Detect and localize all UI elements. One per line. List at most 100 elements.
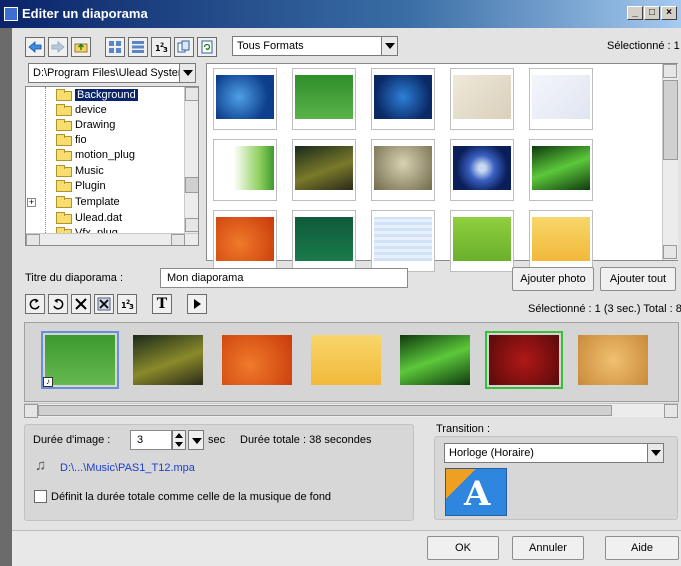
close-button[interactable]: ×	[661, 6, 677, 20]
reorder-button[interactable]: 123	[117, 294, 137, 314]
thumbnail-view-button[interactable]	[105, 37, 125, 57]
image-duration-input[interactable]: 3	[130, 430, 172, 450]
rotate-right-button[interactable]	[48, 294, 68, 314]
scroll-down-arrow-icon[interactable]	[185, 218, 198, 232]
text-button[interactable]: T	[152, 294, 172, 314]
tree-expander[interactable]: +	[27, 198, 36, 207]
filmstrip-scrollbar[interactable]	[24, 403, 679, 418]
folder-icon	[56, 149, 72, 161]
thumbnail-item[interactable]	[371, 139, 435, 201]
slide-item[interactable]	[218, 331, 296, 389]
add-all-button[interactable]: Ajouter tout	[600, 267, 676, 291]
spin-down-arrow-icon[interactable]	[175, 442, 183, 447]
scroll-up-arrow-icon[interactable]	[663, 64, 677, 78]
tree-item-drawing[interactable]: Drawing	[56, 118, 115, 133]
path-select[interactable]: D:\Program Files\Ulead Systems	[28, 63, 196, 83]
rotate-left-icon	[29, 298, 40, 310]
thumbnail-item[interactable]	[450, 68, 514, 130]
music-file-path[interactable]: D:\...\Music\PAS1_T12.mpa	[60, 462, 195, 474]
minimize-button[interactable]: _	[627, 6, 643, 20]
thumbnail-vertical-scrollbar[interactable]	[662, 64, 678, 260]
spin-up-arrow-icon[interactable]	[175, 433, 183, 438]
copy-button[interactable]	[174, 37, 194, 57]
slide-image	[578, 335, 648, 385]
slide-item[interactable]	[307, 331, 385, 389]
slideshow-title-input[interactable]: Mon diaporama	[160, 268, 408, 288]
thumbnail-scroll-thumb[interactable]	[663, 80, 678, 160]
thumbnail-item[interactable]	[371, 210, 435, 272]
transition-label: Transition :	[436, 423, 491, 435]
thumbnail-item[interactable]	[529, 139, 593, 201]
thumbnail-item[interactable]	[292, 210, 356, 272]
thumbnail-item[interactable]	[213, 139, 277, 201]
scroll-right-arrow-icon[interactable]	[664, 404, 678, 418]
maximize-button[interactable]: □	[644, 6, 660, 20]
tree-item-plugin[interactable]: Plugin	[56, 179, 106, 194]
chevron-down-icon[interactable]	[179, 64, 195, 82]
slide-item[interactable]	[396, 331, 474, 389]
thumbnail-item[interactable]	[292, 139, 356, 201]
thumbnail-item[interactable]	[213, 68, 277, 130]
slideshow-title-label: Titre du diaporama :	[25, 272, 124, 284]
scroll-left-arrow-icon[interactable]	[24, 404, 38, 418]
ok-button[interactable]: OK	[427, 536, 499, 560]
folder-icon	[56, 104, 72, 116]
slide-item[interactable]	[129, 331, 207, 389]
slide-item-selected[interactable]	[485, 331, 563, 389]
arrow-left-icon	[28, 41, 42, 53]
delete-x-icon	[75, 298, 87, 310]
slide-image	[400, 335, 470, 385]
tree-item-background[interactable]: Background	[56, 88, 138, 103]
thumbnail-item[interactable]	[450, 139, 514, 201]
list-view-button[interactable]	[128, 37, 148, 57]
refresh-button[interactable]	[197, 37, 217, 57]
chevron-down-icon[interactable]	[647, 444, 663, 462]
parent-folder-button[interactable]	[71, 37, 91, 57]
total-duration-checkbox[interactable]	[34, 490, 47, 503]
tree-item-ulead-dat[interactable]: Ulead.dat	[56, 211, 122, 226]
scroll-right-arrow-icon[interactable]	[171, 234, 185, 245]
help-button[interactable]: Aide	[605, 536, 679, 560]
thumbnail-item[interactable]	[292, 68, 356, 130]
add-photo-button[interactable]: Ajouter photo	[512, 267, 594, 291]
format-select[interactable]: Tous Formats	[232, 36, 398, 56]
duration-spinner[interactable]	[172, 430, 186, 450]
tree-vertical-scrollbar[interactable]	[184, 87, 198, 233]
cancel-button[interactable]: Annuler	[512, 536, 584, 560]
back-button[interactable]	[25, 37, 45, 57]
chevron-down-icon[interactable]	[381, 37, 397, 55]
tree-horizontal-scrollbar[interactable]	[26, 233, 198, 245]
slide-image	[45, 335, 115, 385]
tree-item-music[interactable]: Music	[56, 164, 104, 179]
forward-button[interactable]	[48, 37, 68, 57]
delete-all-button[interactable]	[94, 294, 114, 314]
play-icon	[194, 299, 201, 309]
slide-item[interactable]	[574, 331, 652, 389]
thumbnail-item[interactable]	[450, 210, 514, 272]
thumbnail-item[interactable]	[213, 210, 277, 272]
transition-select[interactable]: Horloge (Horaire)	[444, 443, 664, 463]
rotate-left-button[interactable]	[25, 294, 45, 314]
scroll-left-arrow-icon[interactable]	[26, 234, 40, 245]
chevron-down-icon[interactable]	[192, 438, 202, 444]
tree-item-motion-plug[interactable]: motion_plug	[56, 148, 135, 163]
thumbnail-image	[295, 75, 353, 119]
thumbnail-item[interactable]	[529, 68, 593, 130]
scroll-down-arrow-icon[interactable]	[663, 245, 677, 259]
thumbnail-image	[374, 217, 432, 261]
thumbnail-item[interactable]	[529, 210, 593, 272]
play-button[interactable]	[187, 294, 207, 314]
tree-scroll-thumb[interactable]	[185, 177, 198, 193]
scroll-up-arrow-icon[interactable]	[185, 87, 198, 101]
tree-item-template[interactable]: Template	[56, 195, 120, 210]
duration-dropdown[interactable]	[188, 430, 204, 450]
tree-item-fio[interactable]: fio	[56, 133, 87, 148]
delete-button[interactable]	[71, 294, 91, 314]
filmstrip-scroll-thumb[interactable]	[38, 405, 612, 416]
thumbnail-image	[216, 75, 274, 119]
slide-item[interactable]: ♪	[41, 331, 119, 389]
tree-item-device[interactable]: device	[56, 103, 107, 118]
thumbnail-item[interactable]	[371, 68, 435, 130]
folder-icon	[56, 180, 72, 192]
sort-button[interactable]: 123	[151, 37, 171, 57]
